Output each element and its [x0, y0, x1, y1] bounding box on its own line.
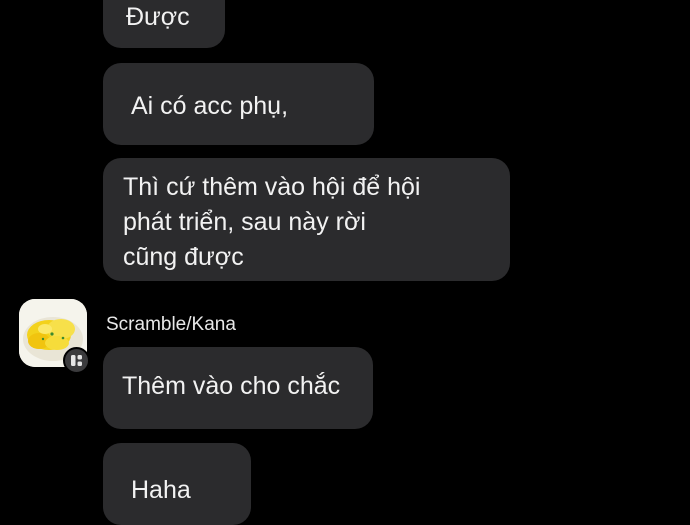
group-badge-icon	[63, 347, 90, 374]
message-text: Thì cứ thêm vào hội để hội phát triển, s…	[123, 173, 421, 271]
message-text: Haha	[131, 476, 191, 504]
message-bubble[interactable]: Ai có acc phụ,	[103, 63, 374, 145]
message-bubble[interactable]: Được	[103, 0, 225, 48]
sender-name: Scramble/Kana	[106, 314, 236, 335]
message-bubble[interactable]: Thêm vào cho chắc	[103, 347, 373, 429]
message-text: Được	[126, 3, 190, 31]
message-bubble[interactable]: Haha	[103, 443, 251, 525]
message-text: Thêm vào cho chắc	[122, 372, 341, 400]
message-text: Ai có acc phụ,	[131, 92, 289, 120]
message-bubble[interactable]: Thì cứ thêm vào hội để hội phát triển, s…	[103, 158, 510, 281]
